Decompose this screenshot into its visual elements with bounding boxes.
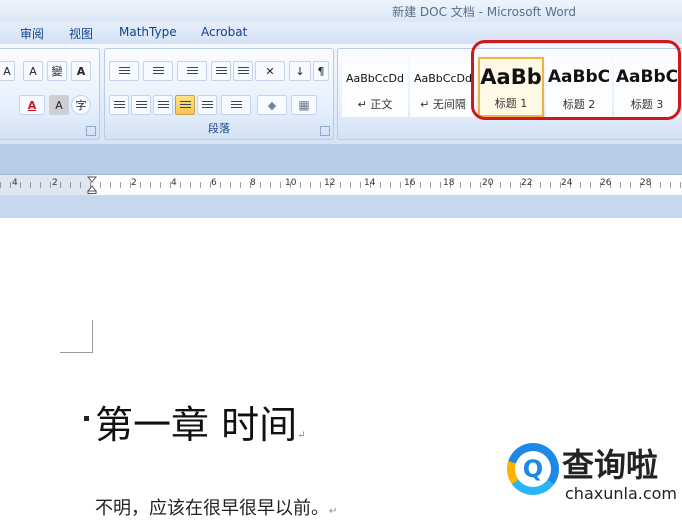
grow-font-button[interactable]: A [0, 61, 15, 81]
paragraph-group-label: 段落 [208, 122, 230, 135]
heading-bullet [84, 416, 89, 421]
align-center-button[interactable] [131, 95, 151, 115]
watermark-title: 查询啦 [562, 446, 659, 484]
font-dialog-launcher[interactable] [86, 126, 96, 136]
margin-corner-mark [60, 320, 93, 353]
ribbon-bottom-band [0, 144, 682, 174]
show-marks-button[interactable]: ¶ [313, 61, 329, 81]
justify-icon [179, 100, 191, 110]
bullets-button[interactable] [109, 61, 139, 81]
ruler-bottom-band [0, 195, 682, 218]
highlight-annotation [471, 40, 681, 120]
distributed-icon [201, 100, 213, 110]
ruler-label: 18 [443, 178, 455, 188]
ruler-ticks [0, 182, 682, 188]
increase-indent-icon [237, 66, 249, 76]
paragraph-mark: ↵ [329, 506, 338, 517]
decrease-indent-button[interactable] [211, 61, 231, 81]
paint-bucket-icon: ◆ [267, 98, 277, 112]
paragraph-text: 不明，应该在很早很早以前。 [95, 498, 329, 519]
multilevel-list-icon [186, 66, 198, 76]
document-heading[interactable]: 第一章 时间↵ [95, 394, 305, 449]
ruler-label: 20 [482, 178, 494, 188]
style-no-spacing[interactable]: AaBbCcDd ↵ 无间隔 [410, 57, 476, 117]
numbering-button[interactable] [143, 61, 173, 81]
paragraph-group: ✕ ↓ ¶ ◆ ▦ 段落 [104, 48, 334, 140]
title-bar: 新建 DOC 文档 - Microsoft Word [0, 0, 682, 22]
ruler-label: 8 [250, 178, 256, 188]
paragraph-mark-icon: ¶ [317, 64, 325, 78]
tab-view[interactable]: 视图 [69, 25, 93, 42]
ruler-label: 16 [404, 178, 416, 188]
ruler-label: 28 [640, 178, 652, 188]
style-name: ↵ 无间隔 [420, 98, 466, 111]
font-group: A A 變 A A A 字 [0, 48, 100, 140]
watermark-q-glyph: Q [515, 451, 551, 487]
align-right-icon [157, 100, 169, 110]
distributed-button[interactable] [197, 95, 217, 115]
change-case-button[interactable]: 變 [47, 61, 67, 81]
ruler-label: 2 [131, 178, 137, 188]
sort-button[interactable]: ↓ [289, 61, 311, 81]
style-normal[interactable]: AaBbCcDd ↵ 正文 [342, 57, 408, 117]
heading-text: 第一章 时间 [95, 403, 298, 447]
asian-layout-button[interactable]: ✕ [255, 61, 285, 81]
bullets-icon [118, 66, 130, 76]
ruler-label: 26 [600, 178, 612, 188]
style-sample: AaBbCcDd [414, 72, 472, 85]
decrease-indent-icon [215, 66, 227, 76]
ruler-label: 4 [171, 178, 177, 188]
window-title: 新建 DOC 文档 - Microsoft Word [392, 5, 576, 19]
font-color-button[interactable]: A [19, 95, 45, 115]
align-right-button[interactable] [153, 95, 173, 115]
ruler-label: 10 [285, 178, 297, 188]
shading-button[interactable]: ◆ [257, 95, 287, 115]
numbering-icon [152, 66, 164, 76]
borders-icon: ▦ [298, 98, 310, 112]
paragraph-dialog-launcher[interactable] [320, 126, 330, 136]
line-spacing-button[interactable] [221, 95, 251, 115]
ruler-label: 14 [364, 178, 376, 188]
ruler-label: 2 [52, 178, 58, 188]
align-center-icon [135, 100, 147, 110]
tab-acrobat[interactable]: Acrobat [201, 25, 247, 39]
tab-mathtype[interactable]: MathType [119, 25, 177, 39]
char-shading-button[interactable]: A [49, 95, 69, 115]
enclose-char-button[interactable]: 字 [71, 95, 91, 115]
char-border-button[interactable]: A [71, 61, 91, 81]
ruler-label: 12 [324, 178, 336, 188]
justify-button[interactable] [175, 95, 195, 115]
phonetic-guide-button[interactable]: A [23, 61, 43, 81]
horizontal-ruler[interactable]: 4 2 2 4 6 8 10 12 14 16 18 20 22 24 26 2… [0, 174, 682, 196]
document-paragraph[interactable]: 不明，应该在很早很早以前。↵ [95, 494, 337, 520]
borders-button[interactable]: ▦ [291, 95, 317, 115]
style-sample: AaBbCcDd [346, 72, 404, 85]
multilevel-list-button[interactable] [177, 61, 207, 81]
line-spacing-icon [230, 100, 242, 110]
indent-marker-icon[interactable] [87, 176, 97, 194]
paragraph-mark: ↵ [297, 430, 306, 441]
tab-review[interactable]: 审阅 [20, 25, 44, 42]
ruler-label: 6 [211, 178, 217, 188]
style-name: ↵ 正文 [357, 98, 393, 111]
watermark-url: chaxunla.com [565, 484, 677, 503]
ruler-label: 24 [561, 178, 573, 188]
ruler-label: 22 [521, 178, 533, 188]
align-left-button[interactable] [109, 95, 129, 115]
align-left-icon [113, 100, 125, 110]
watermark-logo-icon: Q [507, 443, 559, 495]
increase-indent-button[interactable] [233, 61, 253, 81]
ruler-label: 4 [12, 178, 18, 188]
word-window: 新建 DOC 文档 - Microsoft Word 审阅 视图 MathTyp… [0, 0, 682, 526]
